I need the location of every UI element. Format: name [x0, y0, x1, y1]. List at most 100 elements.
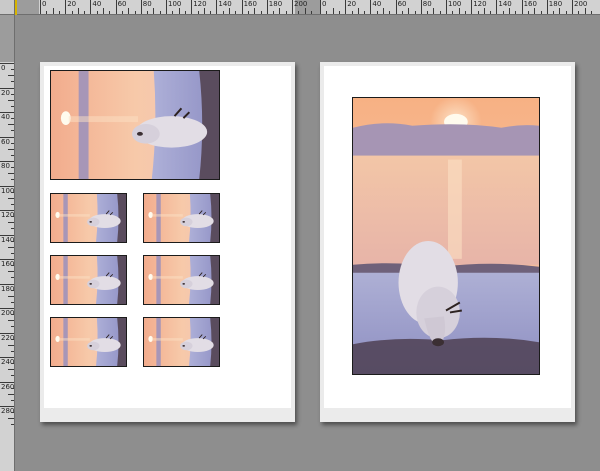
- ruler-top-right-tick-minor: [364, 11, 366, 14]
- ruler-left-tick-minor: [11, 93, 14, 95]
- ruler-top-left-tick-minor: [222, 11, 224, 14]
- ruler-top-left-tick-minor: [172, 11, 174, 14]
- ruler-corner: [0, 0, 15, 15]
- ruler-top-right-tick-minor: [357, 8, 359, 14]
- ruler-top-right-tick-minor: [383, 8, 384, 14]
- ruler-top-right-tick-minor: [452, 11, 454, 14]
- ruler-left-tick-minor: [11, 191, 14, 193]
- ruler-top-right-tick-major: [345, 0, 347, 14]
- thumbnail-photo[interactable]: [143, 255, 220, 305]
- ruler-top-left-tick-major: [292, 0, 293, 14]
- ruler-top-right-tick-label: 60: [397, 0, 407, 8]
- ruler-top-left-tick-minor: [134, 11, 136, 14]
- left-page[interactable]: [40, 62, 295, 422]
- right-main-photo-image: [353, 98, 539, 374]
- ruler-left-tick-minor: [8, 369, 14, 371]
- ruler-left-tick-minor: [8, 99, 14, 101]
- ruler-left-tick-minor: [8, 344, 14, 346]
- ruler-top-left-tick-label: 0: [42, 0, 47, 8]
- ruler-left-tick-minor: [11, 81, 14, 83]
- ruler-top-right-tick-major: [521, 0, 523, 14]
- ruler-top-right-tick-label: 100: [448, 0, 462, 8]
- ruler-top-right-tick-label: 200: [574, 0, 588, 8]
- ruler-top-left-tick-major: [216, 0, 218, 14]
- ruler-top-right-tick-label: 40: [372, 0, 382, 8]
- ruler-left-tick-minor: [8, 124, 14, 126]
- guide-marker[interactable]: [15, 0, 17, 15]
- ruler-top-left-tick-minor: [279, 8, 281, 14]
- thumbnail-photo[interactable]: [50, 255, 127, 305]
- ruler-left-tick-minor: [8, 418, 14, 420]
- ruler-top-left-tick-major: [40, 0, 41, 14]
- thumbnail-photo[interactable]: [143, 317, 220, 367]
- ruler-top-right-tick-label: 0: [322, 0, 327, 8]
- ruler-top-right-tick-minor: [584, 8, 586, 14]
- ruler-top[interactable]: 0 20 40 60 80 100 120 140 160 180 200 0 20 40 60 80 100 1…: [15, 0, 600, 15]
- ruler-top-left-tick-label: 100: [168, 0, 182, 8]
- ruler-top-right-tick-minor: [515, 11, 517, 14]
- ruler-top-left-tick-label: 80: [142, 0, 152, 8]
- ruler-left-tick-minor: [8, 197, 14, 199]
- ruler-top-right-tick-minor: [540, 11, 542, 14]
- ruler-left-tick-minor: [11, 412, 14, 414]
- ruler-top-left-tick-major: [266, 0, 268, 14]
- ruler-top-left-tick-label: 40: [92, 0, 102, 8]
- ruler-top-left-tick-major: [65, 0, 67, 14]
- ruler-top-left-tick-minor: [58, 11, 60, 14]
- ruler-top-left-tick-minor: [210, 11, 212, 14]
- thumbnail-image: [51, 256, 126, 304]
- thumbnail-photo[interactable]: [143, 193, 220, 243]
- ruler-top-right-tick-minor: [509, 8, 510, 14]
- ruler-left-tick-minor: [11, 338, 14, 340]
- ruler-top-right-tick-minor: [351, 11, 353, 14]
- ruler-top-right-tick-label: 140: [498, 0, 512, 8]
- ruler-left-tick-minor: [11, 301, 14, 303]
- ruler-top-right-tick-minor: [559, 8, 561, 14]
- ruler-top-right-tick-minor: [483, 8, 485, 14]
- ruler-left-tick-minor: [11, 118, 14, 120]
- ruler-left-tick-minor: [11, 142, 14, 144]
- ruler-top-left-tick-minor: [96, 11, 98, 14]
- ruler-top-left-tick-major: [140, 0, 142, 14]
- ruler-left-tick-minor: [11, 216, 14, 218]
- ruler-top-left-tick-major: [166, 0, 167, 14]
- ruler-top-right-tick-minor: [389, 11, 391, 14]
- ruler-left-tick-minor: [11, 240, 14, 242]
- ruler-top-left-tick-label: 140: [218, 0, 232, 8]
- thumbnail-photo[interactable]: [50, 317, 127, 367]
- ruler-top-left-tick-label: 180: [268, 0, 283, 8]
- ruler-top-right-tick-label: 20: [347, 0, 357, 8]
- ruler-top-left-tick-label: 20: [67, 0, 77, 8]
- left-main-photo[interactable]: [50, 70, 220, 180]
- right-main-photo[interactable]: [352, 97, 540, 375]
- right-page[interactable]: [320, 62, 575, 422]
- ruler-top-left-tick-major: [191, 0, 193, 14]
- thumbnail-photo[interactable]: [50, 193, 127, 243]
- thumbnail-image: [51, 194, 126, 242]
- ruler-top-left-tick-minor: [178, 8, 180, 14]
- ruler-left-tick-minor: [11, 179, 14, 181]
- ruler-left-tick-minor: [11, 424, 14, 426]
- ruler-top-right-tick-major: [572, 0, 573, 14]
- ruler-top-left-tick-major: [241, 0, 243, 14]
- ruler-left[interactable]: 0 20 40 60 80 100 120 140 160 180 200 220 240 260 280: [0, 15, 15, 471]
- ruler-top-left-tick-minor: [273, 11, 275, 14]
- ruler-left-tick-minor: [8, 320, 14, 322]
- ruler-top-right-tick-minor: [427, 11, 429, 14]
- ruler-top-left-tick-minor: [254, 8, 256, 14]
- left-main-photo-image: [51, 71, 219, 179]
- ruler-top-right-tick-major: [320, 0, 321, 14]
- ruler-top-right-tick-minor: [408, 8, 410, 14]
- ruler-top-right-tick-minor: [414, 11, 416, 14]
- ruler-left-tick-minor: [11, 265, 14, 267]
- ruler-left-tick-label: 0: [1, 64, 6, 72]
- ruler-top-left-tick-minor: [285, 11, 287, 14]
- ruler-top-right-tick-minor: [401, 11, 403, 14]
- ruler-top-left-tick-minor: [260, 11, 262, 14]
- ruler-top-left-tick-major: [115, 0, 117, 14]
- ruler-left-tick-minor: [11, 387, 14, 389]
- ruler-left-tick-minor: [8, 173, 14, 175]
- ruler-left-tick-minor: [8, 271, 14, 273]
- ruler-top-right-tick-minor: [578, 11, 580, 14]
- ruler-left-tick-minor: [11, 167, 14, 169]
